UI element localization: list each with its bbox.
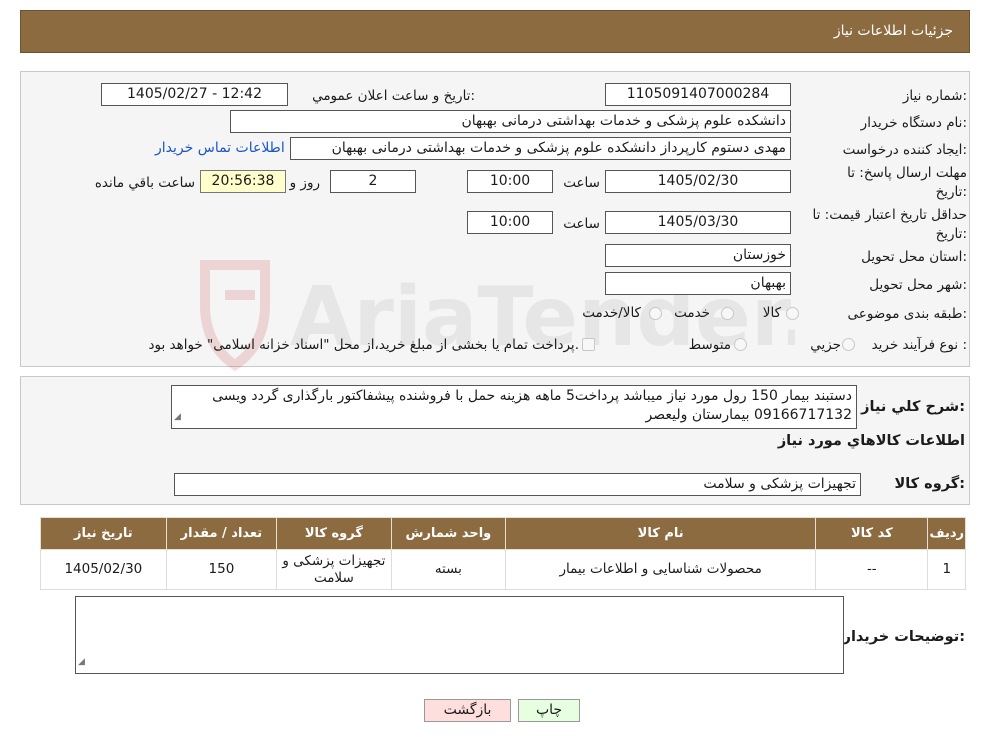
process-medium-radio[interactable] xyxy=(734,338,747,351)
print-button[interactable]: چاپ xyxy=(518,699,580,722)
col-row-number: رديف xyxy=(927,517,966,550)
announce-label: تاريخ و ساعت اعلان عمومي: xyxy=(312,88,475,104)
resize-handle-icon[interactable]: ◢ xyxy=(174,408,181,427)
category-service-radio[interactable] xyxy=(721,307,734,320)
process-minor-label: جزيي xyxy=(810,337,841,353)
remaining-label: ساعت باقي مانده xyxy=(94,175,195,191)
col-unit: واحد شمارش xyxy=(390,517,507,550)
page-title: جزئیات اطلاعات نیاز xyxy=(833,23,953,39)
category-label: طبقه بندی موضوعی: xyxy=(847,306,967,322)
city-label: شهر محل تحويل: xyxy=(869,277,967,293)
need-number-field: 1105091407000284 xyxy=(605,83,791,106)
validity-time-label: ساعت xyxy=(563,216,600,232)
category-goods-service-label: کالا/خدمت xyxy=(582,305,641,321)
buyer-notes-textarea[interactable]: ◢ xyxy=(75,596,844,674)
category-goods-service-radio[interactable] xyxy=(649,307,662,320)
validity-time-field: 10:00 xyxy=(467,211,553,234)
cell-group: تجهيزات پزشکی و سلامت xyxy=(276,549,392,590)
goods-group-field: تجهيزات پزشکی و سلامت xyxy=(174,473,861,496)
goods-table: رديف کد کالا نام کالا واحد شمارش گروه کا… xyxy=(40,517,966,590)
col-group: گروه کالا xyxy=(276,517,392,550)
goods-section-title: اطلاعات کالاهاي مورد نياز xyxy=(777,433,965,449)
deadline-label: مهلت ارسال پاسخ: تا تاريخ: xyxy=(847,165,967,200)
page-header: جزئیات اطلاعات نیاز xyxy=(20,10,970,53)
validity-date-field: 1405/03/30 xyxy=(605,211,791,234)
cell-code: -- xyxy=(815,549,929,590)
buyer-org-field: دانشکده علوم پزشکی و خدمات بهداشتی درمان… xyxy=(230,110,791,133)
province-label: استان محل تحويل: xyxy=(861,249,967,265)
col-need-date: تاريخ نياز xyxy=(40,517,167,550)
resize-handle-icon[interactable]: ◢ xyxy=(78,653,85,672)
col-name: نام کالا xyxy=(505,517,817,550)
col-quantity: تعداد / مقدار xyxy=(165,517,278,550)
announce-datetime-field: 1405/02/27 - 12:42 xyxy=(101,83,288,106)
cell-quantity: 150 xyxy=(165,549,278,590)
goods-group-label: گروه کالا: xyxy=(894,476,965,492)
creator-field: مهدی دستوم کارپرداز دانشکده علوم پزشکی و… xyxy=(290,137,791,160)
process-label: نوع فرآيند خريد : xyxy=(871,337,967,353)
deadline-date-field: 1405/02/30 xyxy=(605,170,791,193)
table-row: 1 -- محصولات شناسایی و اطلاعات بیمار بست… xyxy=(40,549,966,590)
cell-unit: بسته xyxy=(390,549,507,590)
description-textarea[interactable]: دستبند بیمار 150 رول مورد نیاز میباشد پر… xyxy=(171,385,857,429)
description-text: دستبند بیمار 150 رول مورد نیاز میباشد پر… xyxy=(212,388,852,423)
remaining-time-field: 20:56:38 xyxy=(200,170,286,193)
creator-label: ايجاد کننده درخواست: xyxy=(842,142,967,158)
process-treasury-checkbox[interactable] xyxy=(582,338,595,351)
need-number-label: شماره نیاز: xyxy=(902,88,967,104)
cell-name: محصولات شناسایی و اطلاعات بیمار xyxy=(505,549,817,590)
deadline-time-field: 10:00 xyxy=(467,170,553,193)
deadline-time-label: ساعت xyxy=(563,175,600,191)
days-field: 2 xyxy=(330,170,416,193)
cell-need-date: 1405/02/30 xyxy=(40,549,167,590)
province-field: خوزستان xyxy=(605,244,791,267)
process-minor-radio[interactable] xyxy=(842,338,855,351)
process-medium-label: متوسط xyxy=(688,337,731,353)
description-label: شرح کلي نياز: xyxy=(861,399,965,415)
cell-row-number: 1 xyxy=(927,549,966,590)
back-button[interactable]: بازگشت xyxy=(424,699,511,722)
category-goods-radio[interactable] xyxy=(786,307,799,320)
process-treasury-note: پرداخت تمام يا بخشی از مبلغ خريد،از محل … xyxy=(148,337,579,353)
buyer-contact-link[interactable]: اطلاعات تماس خريدار xyxy=(155,140,285,156)
validity-label: حداقل تاريخ اعتبار قيمت: تا تاريخ: xyxy=(812,207,967,242)
city-field: بهبهان xyxy=(605,272,791,295)
category-service-label: خدمت xyxy=(674,305,710,321)
col-code: کد کالا xyxy=(815,517,929,550)
days-label: روز و xyxy=(289,175,320,191)
category-goods-label: کالا xyxy=(762,305,781,321)
buyer-notes-label: توضيحات خريدار: xyxy=(842,629,965,645)
goods-table-header-row: رديف کد کالا نام کالا واحد شمارش گروه کا… xyxy=(40,517,966,550)
buyer-org-label: نام دستگاه خريدار: xyxy=(860,115,967,131)
